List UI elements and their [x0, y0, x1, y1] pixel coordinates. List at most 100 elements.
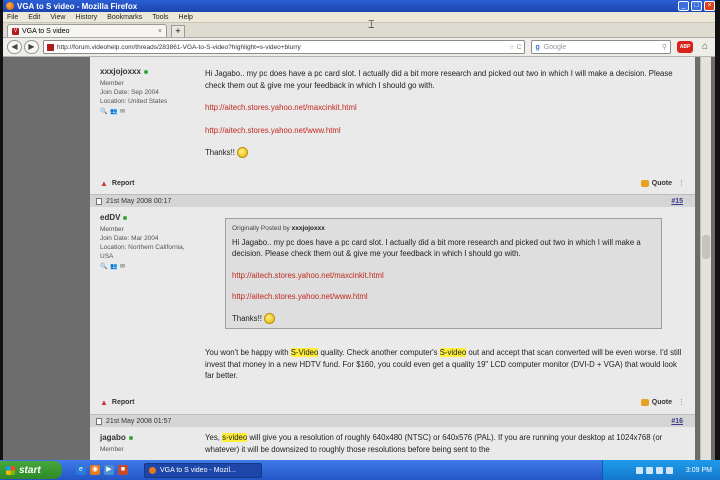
menu-help[interactable]: Help [179, 14, 193, 21]
post-number-link[interactable]: #16 [671, 418, 683, 425]
search-icon[interactable]: ⚲ [662, 43, 667, 51]
maximize-button[interactable]: □ [691, 1, 702, 11]
post-text: You won't be happy with S-Video quality.… [205, 348, 682, 380]
adblock-button[interactable]: ABP [677, 41, 694, 53]
window-title: VGA to S video - Mozilla Firefox [17, 1, 138, 11]
ie-icon[interactable]: e [76, 465, 86, 475]
back-button[interactable]: ◀ [7, 40, 22, 54]
bookmark-star-icon[interactable]: ☆ [509, 43, 515, 51]
tray-icon[interactable] [665, 466, 673, 474]
forward-button[interactable]: ▶ [23, 40, 39, 54]
post: 21st May 2008 01:57 #16 [90, 414, 695, 427]
quoted-text: Hi Jagabo.. my pc does have a pc card sl… [232, 237, 641, 259]
quote-button[interactable]: Quote [640, 398, 672, 406]
menu-file[interactable]: File [7, 14, 18, 21]
tab-close-icon[interactable]: × [158, 28, 162, 35]
app-icon[interactable]: ■ [118, 465, 128, 475]
smiley-icon [237, 147, 249, 159]
user-action-icons: 🔍 👥 ✉ [100, 109, 195, 116]
user-rank: Member [100, 446, 124, 453]
google-icon[interactable]: g [535, 44, 539, 51]
search-user-icon[interactable]: 🔍 [100, 264, 107, 271]
post-body: You won't be happy with S-Video quality.… [205, 347, 685, 393]
post-number-link[interactable]: #15 [671, 198, 683, 205]
search-highlight: s-video [222, 433, 248, 442]
tab-vga-to-s-video[interactable]: V VGA to S video × [7, 24, 167, 37]
quote-button[interactable]: Quote [640, 179, 672, 187]
taskbar-firefox-item[interactable]: VGA to S video - Mozil... [144, 462, 262, 478]
url-text[interactable]: http://forum.videohelp.com/threads/28386… [57, 44, 507, 51]
menu-history[interactable]: History [75, 14, 97, 21]
menu-edit[interactable]: Edit [28, 14, 40, 21]
quote-icon [640, 179, 649, 187]
post: 21st May 2008 00:17 #15 [90, 194, 695, 207]
page-viewport: xxxjojoxxx Member Join Date: Sep 2004 Lo… [3, 57, 715, 460]
message-icon[interactable]: ✉ [120, 109, 127, 116]
post-date: 21st May 2008 00:17 [106, 197, 172, 205]
reload-icon[interactable]: C [517, 44, 522, 51]
search-user-icon[interactable]: 🔍 [100, 109, 107, 116]
profile-icon[interactable]: 👥 [110, 109, 117, 116]
quoted-username[interactable]: xxxjojoxxx [292, 225, 325, 232]
menu-bookmarks[interactable]: Bookmarks [107, 14, 142, 21]
post-header: 21st May 2008 00:17 #15 [90, 194, 695, 207]
start-button[interactable]: start [0, 461, 62, 479]
tab-bar: V VGA to S video × + [3, 23, 715, 38]
user-location: Location: United States [100, 98, 168, 105]
tray-icon[interactable] [655, 466, 663, 474]
post-user-info: xxxjojoxxx Member Join Date: Sep 2004 Lo… [100, 67, 195, 116]
join-date: Join Date: Sep 2004 [100, 89, 159, 96]
post-footer: ▲ Report Quote ⋮ [100, 177, 685, 189]
more-options-icon[interactable]: ⋮ [678, 398, 685, 406]
post-username[interactable]: edDV [100, 213, 195, 222]
menu-bar: File Edit View History Bookmarks Tools H… [3, 12, 715, 23]
quick-launch: e ◉ ▶ ■ [76, 465, 132, 475]
post-body: Hi Jagabo.. my pc does have a pc card sl… [205, 68, 685, 170]
post-username[interactable]: xxxjojoxxx [100, 67, 195, 76]
navigation-toolbar: ◀ ▶ http://forum.videohelp.com/threads/2… [3, 38, 715, 57]
message-icon[interactable]: ✉ [120, 264, 127, 271]
online-status-icon [128, 435, 133, 440]
media-player-icon[interactable]: ▶ [104, 465, 114, 475]
post-icon [96, 197, 102, 205]
clock[interactable]: 3:09 PM [686, 467, 712, 474]
menu-tools[interactable]: Tools [152, 14, 168, 21]
search-input[interactable]: Google [544, 44, 662, 51]
url-bar[interactable]: http://forum.videohelp.com/threads/28386… [42, 40, 526, 54]
vertical-scrollbar[interactable] [700, 57, 711, 460]
minimize-button[interactable]: _ [678, 1, 689, 11]
firefox-logo-icon [6, 2, 14, 10]
post-username[interactable]: jagabo [100, 433, 195, 442]
join-date: Join Date: Mar 2004 [100, 235, 159, 242]
scrollbar-thumb[interactable] [702, 235, 710, 259]
post-text: Hi Jagabo.. my pc does have a pc card sl… [205, 69, 673, 90]
tray-icon[interactable] [645, 466, 653, 474]
videohelp-favicon-icon: V [12, 27, 19, 35]
quoted-link[interactable]: http://aitech.stores.yahoo.net/www.html [232, 292, 368, 301]
post-link[interactable]: http://aitech.stores.yahoo.net/www.html [205, 126, 341, 135]
post-icon [96, 417, 102, 425]
search-box[interactable]: g Google ⚲ [531, 40, 672, 54]
title-bar: VGA to S video - Mozilla Firefox _ □ × [3, 0, 715, 12]
user-action-icons: 🔍 👥 ✉ [100, 264, 195, 271]
quote-block: Originally Posted by xxxjojoxxx Hi Jagab… [225, 218, 662, 329]
profile-icon[interactable]: 👥 [110, 264, 117, 271]
close-button[interactable]: × [704, 1, 715, 11]
windows-logo-icon [6, 465, 15, 475]
menu-view[interactable]: View [50, 14, 65, 21]
more-options-icon[interactable]: ⋮ [678, 179, 685, 187]
post-text: Yes, s-video will give you a resolution … [205, 433, 663, 454]
post-link[interactable]: http://aitech.stores.yahoo.net/maxcinkit… [205, 103, 357, 112]
user-location: Location: Northern California, USA [100, 244, 185, 260]
post-footer: ▲ Report Quote ⋮ [100, 396, 685, 408]
windows-taskbar: start e ◉ ▶ ■ VGA to S video - Mozil... … [0, 460, 720, 480]
report-button[interactable]: ▲ Report [100, 179, 641, 188]
post-closing: Thanks!! [205, 148, 235, 157]
report-button[interactable]: ▲ Report [100, 398, 641, 407]
new-tab-button[interactable]: + [171, 25, 185, 37]
search-highlight: S-Video [290, 348, 319, 357]
firefox-icon[interactable]: ◉ [90, 465, 100, 475]
quoted-link[interactable]: http://aitech.stores.yahoo.net/maxcinkit… [232, 271, 384, 280]
tray-icon[interactable] [635, 466, 643, 474]
home-button[interactable]: ⌂ [699, 41, 711, 53]
